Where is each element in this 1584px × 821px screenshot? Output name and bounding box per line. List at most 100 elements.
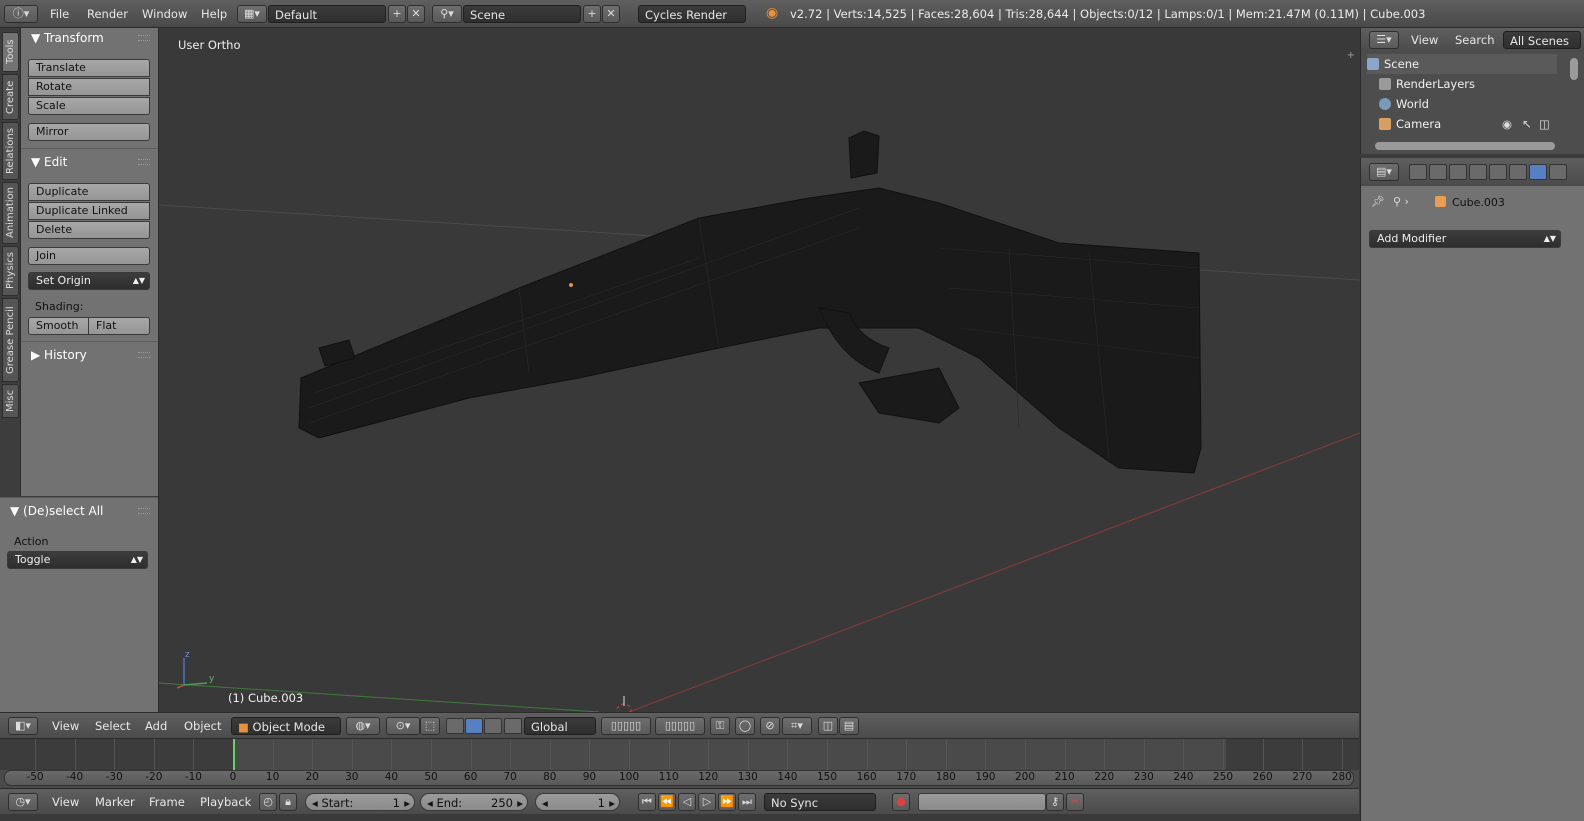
scene-icon[interactable]: ⚲▾ [432, 5, 462, 23]
start-frame-field[interactable]: ◂ Start: 1 ▸ [305, 793, 415, 811]
editor-type-button[interactable]: ☰▾ [1369, 31, 1399, 49]
display-mode-select[interactable]: All Scenes [1503, 31, 1581, 49]
render-engine-select[interactable]: Cycles Render [638, 5, 746, 23]
menu-frame[interactable]: Frame [149, 795, 185, 809]
scale-button[interactable]: Scale [28, 97, 150, 115]
menu-render[interactable]: Render [87, 7, 128, 21]
render-tab-icon[interactable] [1409, 164, 1427, 180]
snap-element-icon[interactable]: ⌗▾ [782, 717, 812, 735]
3d-viewport[interactable]: User Ortho z y (1) Cube.003 + [158, 28, 1360, 712]
scene-field[interactable]: Scene [463, 5, 581, 23]
delete-keyframe-icon[interactable]: ✂ [1066, 793, 1084, 811]
render-layers-tab-icon[interactable] [1429, 164, 1447, 180]
screen-layout-icon[interactable]: ▦▾ [237, 5, 267, 23]
modifiers-wrench-icon[interactable] [1529, 164, 1547, 180]
transform-panel-header[interactable]: ▼ Transform [21, 28, 158, 48]
outliner-hscrollbar[interactable] [1375, 142, 1555, 150]
manipulator-pivot-icon[interactable] [504, 718, 522, 734]
layers-grid-icon[interactable]: ▯▯▯▯▯ [655, 717, 705, 735]
menu-window[interactable]: Window [142, 7, 187, 21]
history-panel-header[interactable]: ▶ History [21, 345, 158, 365]
tab-relations[interactable]: Relations [2, 122, 19, 180]
menu-view[interactable]: View [52, 719, 79, 733]
translate-button[interactable]: Translate [28, 59, 150, 77]
smooth-button[interactable]: Smooth [28, 317, 89, 335]
drag-grip-icon[interactable] [138, 35, 150, 41]
select-cursor-icon[interactable]: ↖ [1522, 114, 1532, 134]
insert-keyframe-icon[interactable]: ⚷ [1046, 793, 1064, 811]
viewport-shading-icon[interactable]: ◍▾ [346, 717, 380, 735]
record-icon[interactable]: ● [892, 793, 910, 811]
set-origin-select[interactable]: Set Origin ▲▼ [28, 272, 150, 290]
screen-layout-field[interactable]: Default [268, 5, 386, 23]
flat-button[interactable]: Flat [88, 317, 150, 335]
editor-type-button[interactable]: ◷▾ [8, 793, 38, 811]
operator-panel-header[interactable]: ▼ (De)select All [0, 501, 158, 521]
menu-playback[interactable]: Playback [200, 795, 251, 809]
layers-grid-icon[interactable]: ▯▯▯▯▯ [601, 717, 651, 735]
duplicate-linked-button[interactable]: Duplicate Linked [28, 202, 150, 220]
play-reverse-icon[interactable]: ◁ [678, 793, 696, 811]
menu-view[interactable]: View [52, 795, 79, 809]
lock-layers-icon[interactable]: ⚿ [710, 717, 730, 735]
constraints-tab-icon[interactable] [1509, 164, 1527, 180]
menu-marker[interactable]: Marker [95, 795, 135, 809]
action-select[interactable]: Toggle ▲▼ [7, 551, 148, 569]
editor-type-button[interactable]: ▤▾ [1369, 163, 1399, 181]
menu-file[interactable]: File [50, 7, 69, 21]
timeline[interactable]: -50 -40 -30 -20 -10 0 10 20 30 40 50 60 70 80 90 100 110… [0, 738, 1359, 788]
end-frame-field[interactable]: ◂ End: 250 ▸ [420, 793, 528, 811]
lock-range-icon[interactable]: 🔒︎ [279, 793, 297, 811]
pin-icon[interactable]: 📌︎ [1371, 195, 1385, 208]
current-frame-marker[interactable] [233, 739, 235, 770]
jump-next-key-icon[interactable]: ⏩ [718, 793, 736, 811]
remove-layout-icon[interactable]: ✕ [407, 5, 425, 23]
outliner-row-world[interactable]: World [1367, 94, 1557, 114]
current-frame-field[interactable]: ◂ 1 ▸ [535, 793, 620, 811]
jump-start-icon[interactable]: ⏮ [638, 793, 656, 811]
tab-physics[interactable]: Physics [2, 246, 19, 296]
tab-animation[interactable]: Animation [2, 182, 19, 244]
transform-orientation-select[interactable]: Global [524, 717, 596, 735]
jump-end-icon[interactable]: ⏭ [738, 793, 756, 811]
menu-view[interactable]: View [1411, 33, 1438, 47]
menu-select[interactable]: Select [95, 719, 130, 733]
tab-create[interactable]: Create [2, 74, 19, 120]
add-scene-icon[interactable]: + [583, 5, 601, 23]
snap-icon[interactable]: ⊘ [760, 717, 780, 735]
data-tab-icon[interactable] [1549, 164, 1567, 180]
outliner-row-camera[interactable]: Camera ◉ ↖ ◫ [1367, 114, 1557, 134]
menu-help[interactable]: Help [201, 7, 227, 21]
jump-prev-key-icon[interactable]: ⏪ [658, 793, 676, 811]
keying-set-field[interactable] [918, 793, 1046, 811]
rotate-button[interactable]: Rotate [28, 78, 150, 96]
sync-select[interactable]: No Sync [764, 793, 876, 811]
menu-add[interactable]: Add [145, 719, 167, 733]
outliner-row-scene[interactable]: Scene [1367, 54, 1557, 74]
object-tab-icon[interactable] [1489, 164, 1507, 180]
outliner-row-renderlayers[interactable]: RenderLayers [1367, 74, 1557, 94]
menu-object[interactable]: Object [184, 719, 221, 733]
add-layout-icon[interactable]: + [388, 5, 406, 23]
manipulator-toggle-icon[interactable]: ⬚ [420, 717, 440, 735]
pivot-point-icon[interactable]: ⊙▾ [386, 717, 420, 735]
duplicate-button[interactable]: Duplicate [28, 183, 150, 201]
editor-type-button[interactable]: ◧▾ [8, 717, 38, 735]
drag-grip-icon[interactable] [138, 159, 150, 165]
mirror-button[interactable]: Mirror [28, 123, 150, 141]
mode-select[interactable]: ■ Object Mode [231, 717, 341, 735]
tab-misc[interactable]: Misc [2, 384, 19, 418]
render-anim-icon[interactable]: ▤ [839, 717, 859, 735]
menu-search[interactable]: Search [1455, 33, 1495, 47]
tab-grease-pencil[interactable]: Grease Pencil [2, 298, 19, 382]
outliner-scrollbar[interactable] [1570, 58, 1578, 80]
proportional-edit-icon[interactable]: ◯ [735, 717, 755, 735]
render-camera-icon[interactable]: ◫ [818, 717, 838, 735]
corner-widget-icon[interactable]: + [1347, 50, 1355, 61]
play-icon[interactable]: ▷ [698, 793, 716, 811]
delete-button[interactable]: Delete [28, 221, 150, 239]
tab-tools[interactable]: Tools [2, 32, 19, 72]
join-button[interactable]: Join [28, 247, 150, 265]
drag-grip-icon[interactable] [138, 508, 150, 514]
edit-panel-header[interactable]: ▼ Edit [21, 152, 158, 172]
